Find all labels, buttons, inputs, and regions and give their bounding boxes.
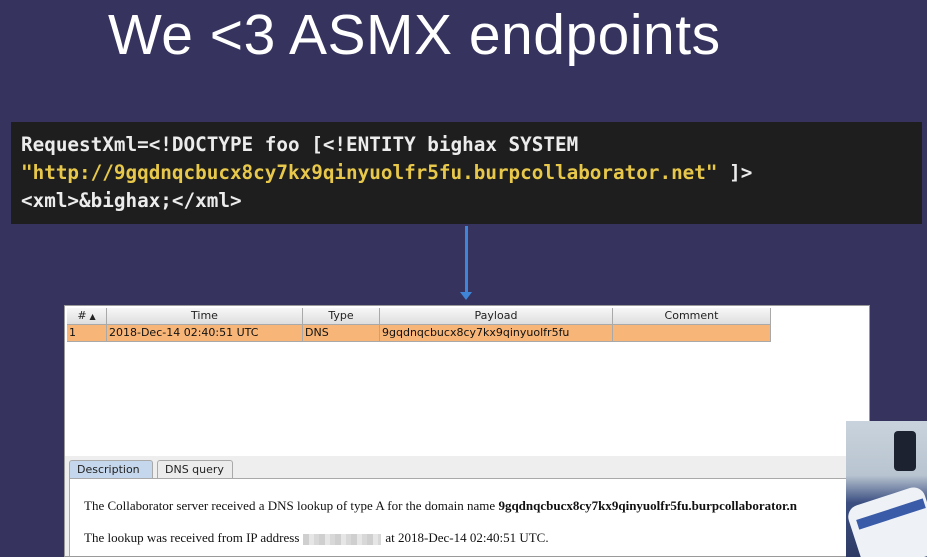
- column-header-comment[interactable]: Comment: [613, 308, 771, 325]
- description-pane: The Collaborator server received a DNS l…: [69, 478, 867, 556]
- cell-payload: 9gqdnqcbucx8cy7kx9qinyuolfr5fu: [380, 325, 613, 342]
- interactions-table: # ▲ Time Type Payload Comment 1 2018-Dec-…: [67, 308, 771, 342]
- slide-title: We <3 ASMX endpoints: [108, 3, 721, 67]
- arrow-head: [460, 292, 472, 300]
- column-header-payload[interactable]: Payload: [380, 308, 613, 325]
- tab-description[interactable]: Description: [69, 460, 153, 478]
- arrow-down-icon: [465, 226, 468, 294]
- webcam-background-object: [894, 431, 916, 471]
- code-line-2-end: ]>: [717, 161, 753, 184]
- presenter-webcam: [846, 421, 927, 557]
- collaborator-panel: # ▲ Time Type Payload Comment 1 2018-Dec-…: [64, 305, 870, 557]
- table-row[interactable]: 1 2018-Dec-14 02:40:51 UTC DNS 9gqdnqcbu…: [67, 325, 771, 342]
- collaborator-url: "http://9gqdnqcbucx8cy7kx9qinyuolfr5fu.b…: [21, 161, 718, 184]
- cell-time: 2018-Dec-14 02:40:51 UTC: [107, 325, 303, 342]
- code-line-1: RequestXml=<!DOCTYPE foo [<!ENTITY bigha…: [21, 133, 579, 156]
- cell-number: 1: [67, 325, 107, 342]
- details-tabs: Description DNS query The Collaborator s…: [65, 456, 869, 556]
- column-header-number[interactable]: # ▲: [67, 308, 107, 325]
- cell-comment: [613, 325, 771, 342]
- description-line-2: The lookup was received from IP address a…: [84, 530, 549, 545]
- sort-ascending-icon: ▲: [89, 312, 96, 321]
- column-header-time[interactable]: Time: [107, 308, 303, 325]
- column-header-type[interactable]: Type: [303, 308, 380, 325]
- code-line-3: <xml>&bighax;</xml>: [21, 189, 242, 212]
- lookup-domain: 9gqdnqcbucx8cy7kx9qinyuolfr5fu.burpcolla…: [498, 498, 798, 513]
- table-header: # ▲ Time Type Payload Comment: [67, 308, 771, 325]
- cell-type: DNS: [303, 325, 380, 342]
- description-line-1: The Collaborator server received a DNS l…: [84, 498, 798, 513]
- code-snippet: RequestXml=<!DOCTYPE foo [<!ENTITY bigha…: [11, 122, 922, 224]
- code-line-2: "http://9gqdnqcbucx8cy7kx9qinyuolfr5fu.b…: [21, 159, 912, 187]
- tab-dns-query[interactable]: DNS query: [157, 460, 233, 478]
- redacted-ip: [303, 533, 382, 545]
